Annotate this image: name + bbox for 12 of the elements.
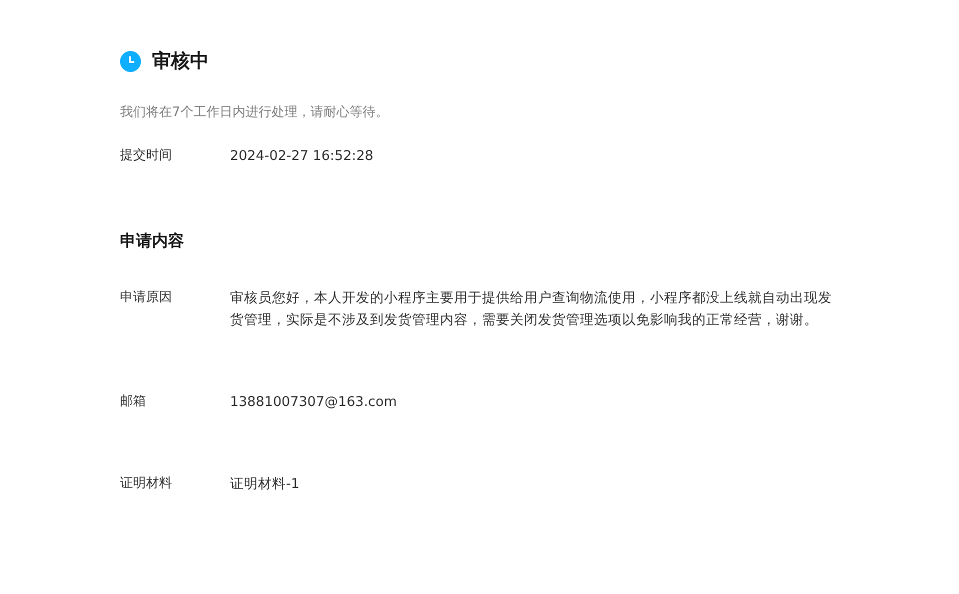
field-value: 13881007307@163.com [230,393,398,412]
field-label: 邮箱 [120,393,147,411]
field-value: 证明材料-1 [230,475,300,494]
status-hint: 我们将在7个工作日内进行处理，请耐心等待。 [120,104,390,122]
field-label: 申请原因 [120,289,173,307]
field-value: 2024-02-27 16:52:28 [230,147,374,166]
field-label: 提交时间 [120,147,173,165]
field-label: 证明材料 [120,475,173,493]
field-value: 审核员您好，本人开发的小程序主要用于提供给用户查询物流使用，小程序都没上线就自动出现发货管理，实际是不涉及到发货管理内容，需要关闭发货管理选项以免影响我的正常经营，谢谢。 [230,289,833,330]
status-title: 审核中 [152,49,209,74]
clock-icon [120,50,141,72]
section-title: 申请内容 [120,230,185,252]
